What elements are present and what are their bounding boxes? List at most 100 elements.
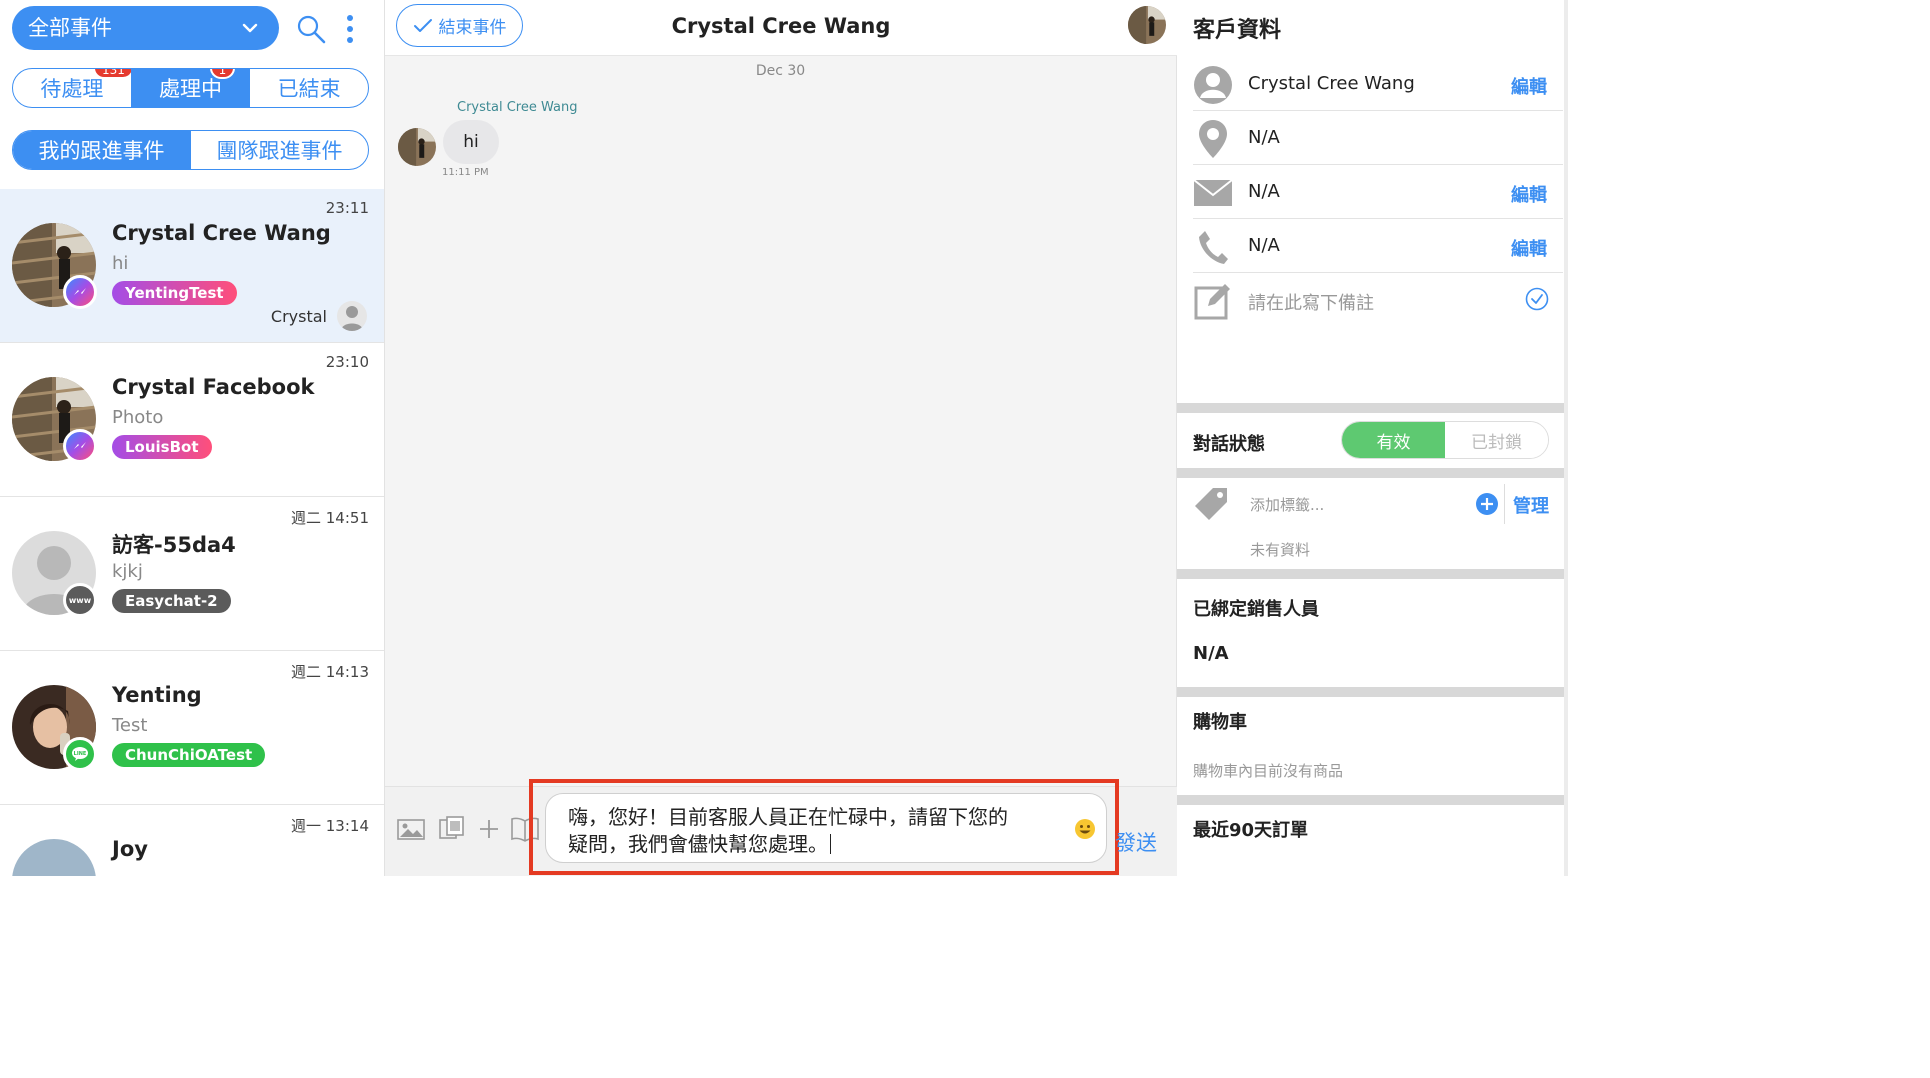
tab-closed-label: 已結束 — [277, 77, 341, 101]
recent-orders-label: 最近90天訂單 — [1193, 820, 1309, 841]
website-icon: www — [63, 583, 97, 617]
section-divider — [1177, 687, 1564, 697]
avatar — [12, 839, 96, 876]
message-sender: Crystal Cree Wang — [457, 100, 578, 115]
conversation-name: Crystal Cree Wang — [112, 221, 331, 245]
tag-input[interactable]: 添加標籤... — [1250, 494, 1324, 515]
sales-rep-label: 已綁定銷售人員 — [1193, 599, 1319, 620]
scope-tabs: 我的跟進事件 團隊跟進事件 — [12, 130, 369, 170]
image-icon[interactable] — [396, 815, 426, 843]
message-input-line-2-text: 疑問，我們會儘快幫您處理。 — [568, 832, 828, 856]
vertical-divider — [1504, 484, 1505, 524]
phone-icon — [1193, 227, 1233, 267]
edit-email-button[interactable]: 編輯 — [1511, 181, 1547, 207]
message-avatar — [398, 128, 436, 166]
add-tag-icon[interactable] — [1475, 492, 1499, 516]
section-divider — [1177, 403, 1564, 413]
cart-label: 購物車 — [1193, 712, 1247, 733]
message-time: 11:11 PM — [442, 167, 489, 178]
status-blocked-option[interactable]: 已封鎖 — [1445, 422, 1548, 458]
conversation-status-label: 對話狀態 — [1193, 434, 1265, 455]
sales-rep-value: N/A — [1193, 643, 1229, 664]
search-icon[interactable] — [294, 12, 328, 46]
more-options-icon[interactable] — [340, 12, 360, 46]
status-active-option[interactable]: 有效 — [1342, 422, 1445, 458]
section-divider — [1177, 468, 1564, 478]
conversation-status-toggle: 有效 已封鎖 — [1341, 421, 1549, 459]
conversation-item[interactable]: 週二 14:13 LINE Yenting Test ChunChiOATest — [0, 651, 384, 805]
tab-team-events[interactable]: 團隊跟進事件 — [190, 131, 368, 169]
customer-location-row: N/A — [1193, 111, 1563, 165]
conversation-list-panel: 全部事件 待處理 131 處理中 1 已結束 我的跟進事件 團隊跟進事件 23:… — [0, 0, 385, 876]
user-icon — [1193, 65, 1233, 105]
conversation-name: Joy — [112, 837, 148, 861]
customer-name-row: Crystal Cree Wang 編輯 — [1193, 57, 1563, 111]
tab-team-events-label: 團隊跟進事件 — [216, 139, 343, 163]
emoji-icon[interactable] — [1074, 818, 1096, 840]
bot-tag: Easychat-2 — [112, 589, 231, 613]
conversation-preview: hi — [112, 253, 129, 274]
agent-name: Crystal — [270, 306, 327, 326]
tab-my-events[interactable]: 我的跟進事件 — [13, 131, 190, 169]
event-filter-select[interactable]: 全部事件 — [12, 6, 279, 50]
conversation-item[interactable]: 23:11 Crystal Cree Wang hi YentingTest C… — [0, 189, 384, 343]
manage-tags-button[interactable]: 管理 — [1513, 492, 1549, 518]
conversation-time: 23:10 — [325, 353, 369, 371]
pending-count-badge: 131 — [93, 69, 134, 79]
customer-name: Crystal Cree Wang — [1248, 73, 1415, 94]
conversation-item[interactable]: 週二 14:51 www 訪客-55da4 kjkj Easychat-2 — [0, 497, 384, 651]
tab-processing[interactable]: 處理中 1 — [130, 69, 250, 107]
confirm-check-icon[interactable] — [1525, 287, 1549, 311]
message-bubble: hi — [443, 120, 499, 164]
customer-email: N/A — [1248, 181, 1280, 202]
sticker-icon[interactable] — [437, 815, 467, 843]
conversation-item[interactable]: 週一 13:14 Joy — [0, 805, 384, 876]
tab-closed[interactable]: 已結束 — [249, 69, 368, 107]
note-edit-icon — [1193, 281, 1233, 321]
date-divider: Dec 30 — [755, 63, 806, 79]
conversation-preview: Test — [112, 715, 148, 736]
bot-tag: LouisBot — [112, 435, 212, 459]
customer-note-row: 請在此寫下備註 — [1193, 273, 1563, 327]
note-input[interactable]: 請在此寫下備註 — [1248, 289, 1374, 315]
event-filter-label: 全部事件 — [28, 16, 112, 40]
message-input-line-1: 嗨，您好！目前客服人員正在忙碌中，請留下您的 — [568, 805, 1008, 829]
customer-phone-row: N/A 編輯 — [1193, 219, 1563, 273]
chat-header: 結束事件 Crystal Cree Wang — [385, 0, 1177, 56]
bot-tag: YentingTest — [112, 281, 237, 305]
tab-my-events-label: 我的跟進事件 — [38, 139, 165, 163]
messenger-icon — [63, 275, 97, 309]
tab-pending[interactable]: 待處理 131 — [13, 69, 134, 107]
panel-scrollbar[interactable] — [1564, 0, 1568, 876]
assigned-agent: Crystal — [271, 301, 367, 331]
text-caret — [830, 834, 831, 854]
contact-avatar[interactable] — [1128, 6, 1166, 44]
conversation-list: 23:11 Crystal Cree Wang hi YentingTest C… — [0, 189, 384, 876]
conversation-name: Crystal Facebook — [112, 375, 315, 399]
conversation-time: 週一 13:14 — [291, 817, 369, 835]
send-button[interactable]: 發送 — [1115, 827, 1157, 857]
message-input[interactable]: 嗨，您好！目前客服人員正在忙碌中，請留下您的 疑問，我們會儘快幫您處理。 — [545, 793, 1107, 863]
message-input-line-2: 疑問，我們會儘快幫您處理。 — [568, 831, 1056, 858]
edit-phone-button[interactable]: 編輯 — [1511, 235, 1547, 261]
tab-pending-label: 待處理 — [40, 77, 104, 101]
chevron-down-icon — [242, 23, 258, 33]
bot-tag: ChunChiOATest — [112, 743, 266, 767]
conversation-time: 23:11 — [325, 199, 369, 217]
plus-icon[interactable] — [477, 815, 501, 843]
conversation-time: 週二 14:51 — [291, 509, 369, 527]
messenger-icon — [63, 429, 97, 463]
chat-title: Crystal Cree Wang — [671, 14, 891, 38]
customer-email-row: N/A 編輯 — [1193, 165, 1563, 219]
location-pin-icon — [1193, 119, 1233, 159]
tab-processing-label: 處理中 — [159, 77, 222, 101]
edit-name-button[interactable]: 編輯 — [1511, 73, 1547, 99]
conversation-time: 週二 14:13 — [291, 663, 369, 681]
svg-text:LINE: LINE — [74, 751, 87, 757]
conversation-preview: kjkj — [112, 561, 143, 582]
conversation-item[interactable]: 23:10 Crystal Facebook Photo LouisBot — [0, 343, 384, 497]
tags-empty-text: 未有資料 — [1250, 541, 1311, 559]
line-icon: LINE — [63, 737, 97, 771]
customer-phone: N/A — [1248, 235, 1280, 256]
customer-location: N/A — [1248, 127, 1280, 148]
